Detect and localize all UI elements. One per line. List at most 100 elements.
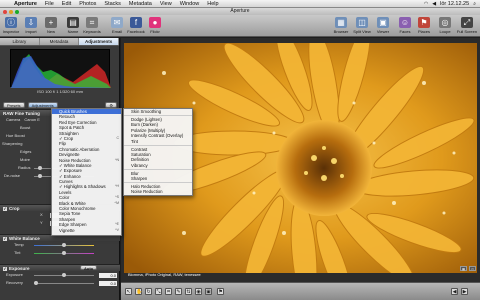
menu-metadata[interactable]: Metadata bbox=[125, 1, 156, 7]
denoise-slider-knob[interactable] bbox=[38, 173, 42, 178]
menu-item-edge-sharpen-label: Edge Sharpen bbox=[59, 222, 87, 228]
menu-item-vignette-shortcut: ^V bbox=[115, 227, 119, 232]
tint-slider[interactable] bbox=[34, 250, 94, 255]
menu-item-vignette[interactable]: Vignette ^V bbox=[52, 228, 121, 233]
menu-help[interactable]: Help bbox=[203, 1, 222, 7]
exif-info: ISO 100 f/ 1 1/320 60 mm bbox=[37, 89, 83, 94]
exposure-header[interactable]: ✓ Exposure Auto bbox=[0, 264, 120, 271]
exposure-section: ✓ Exposure Auto Exposure 0.0 Recovery 0.0 bbox=[0, 264, 120, 287]
split-view-label: Split View bbox=[353, 29, 371, 34]
tint-slider-knob[interactable] bbox=[62, 250, 66, 255]
redeye-tool-icon[interactable]: ◉ bbox=[195, 288, 202, 295]
crop-x-label: X bbox=[40, 212, 43, 217]
hand-tool-icon[interactable]: ✋ bbox=[135, 288, 142, 295]
facebook-icon: f bbox=[130, 17, 142, 28]
camera-value: Canon E bbox=[24, 117, 40, 122]
grid-view-icon[interactable]: ▦ bbox=[460, 266, 467, 271]
facebook-button[interactable]: f Facebook bbox=[127, 16, 145, 34]
single-view-icon[interactable]: ▭ bbox=[469, 266, 476, 271]
window-controls bbox=[3, 9, 19, 14]
previous-icon[interactable]: ◀ bbox=[451, 288, 458, 295]
recovery-label: Recovery bbox=[6, 280, 23, 285]
tab-library[interactable]: Library bbox=[0, 38, 40, 45]
menu-file[interactable]: File bbox=[41, 1, 58, 7]
exposure-value-field[interactable]: 0.0 bbox=[99, 272, 117, 278]
submenu-item-vibrancy[interactable]: Vibrancy bbox=[124, 163, 192, 168]
patch-tool-icon[interactable]: ▣ bbox=[205, 288, 212, 295]
menu-stacks[interactable]: Stacks bbox=[100, 1, 125, 7]
menu-window[interactable]: Window bbox=[176, 1, 204, 7]
tab-adjustments[interactable]: Adjustments bbox=[79, 38, 120, 45]
email-button[interactable]: ✉ Email bbox=[108, 16, 126, 34]
spotlight-icon[interactable]: ⌕ bbox=[473, 1, 476, 7]
edges-label: Edges bbox=[20, 149, 32, 154]
loupe-label: Loupe bbox=[439, 29, 451, 34]
gear-icon[interactable]: ⚙ bbox=[105, 101, 117, 108]
presets-button[interactable]: Presets bbox=[3, 101, 25, 108]
keywords-button[interactable]: ⌗ Keywords bbox=[83, 16, 101, 34]
facebook-label: Facebook bbox=[127, 29, 145, 34]
straighten-tool-icon[interactable]: ⤡ bbox=[155, 288, 162, 295]
submenu-item-noise-reduction[interactable]: Noise Reduction bbox=[124, 189, 192, 194]
hue-boost-label: Hue Boost bbox=[6, 133, 25, 138]
pointer-tool-icon[interactable]: ↖ bbox=[125, 288, 132, 295]
loupe-button[interactable]: ◎ Loupe bbox=[436, 16, 454, 34]
rotate-tool-icon[interactable]: ↻ bbox=[145, 288, 152, 295]
crop-tool-icon[interactable]: ⌗ bbox=[165, 288, 172, 295]
presets-row: Presets Adjustments ⚙ bbox=[3, 101, 117, 108]
viewer-mode-icons: ▦ ▭ bbox=[460, 266, 476, 271]
histogram bbox=[10, 49, 111, 88]
temp-slider-knob[interactable] bbox=[62, 242, 66, 247]
menu-photos[interactable]: Photos bbox=[75, 1, 100, 7]
exposure-slider[interactable] bbox=[34, 272, 94, 277]
new-icon: + bbox=[45, 17, 57, 28]
adjustments-dropdown-menu: Quick Brushes Retouch Red Eye Correction… bbox=[51, 108, 122, 236]
menu-bar: Aperture File Edit Photos Stacks Metadat… bbox=[0, 0, 480, 8]
tint-label: Tint bbox=[14, 250, 21, 255]
split-view-button[interactable]: ◫ Split View bbox=[353, 16, 371, 34]
temp-slider[interactable] bbox=[34, 242, 94, 247]
name-button[interactable]: ▤ Name bbox=[64, 16, 82, 34]
submenu-item-tint[interactable]: Tint bbox=[124, 139, 192, 144]
submenu-item-sharpen[interactable]: Sharpen bbox=[124, 176, 192, 181]
import-button[interactable]: ⇩ Import bbox=[22, 16, 40, 34]
exposure-slider-knob[interactable] bbox=[62, 272, 66, 277]
browser-button[interactable]: ▦ Browser bbox=[332, 16, 350, 34]
submenu-item-skin-smoothing[interactable]: Skin Smoothing bbox=[124, 109, 192, 114]
crop-y-label: Y bbox=[40, 220, 43, 225]
exposure-auto-button[interactable]: Auto bbox=[80, 264, 98, 271]
menu-edit[interactable]: Edit bbox=[58, 1, 75, 7]
viewer-icon: ▣ bbox=[377, 17, 389, 28]
photo-caption: Blomma, iPhoto Original, RAW, tenessee bbox=[128, 272, 201, 277]
places-button[interactable]: ⚑ Places bbox=[415, 16, 433, 34]
exposure-row: Exposure 0.0 bbox=[0, 271, 120, 279]
keywords-icon: ⌗ bbox=[86, 17, 98, 28]
menu-view[interactable]: View bbox=[156, 1, 176, 7]
flickr-button[interactable]: ● Flickr bbox=[146, 16, 164, 34]
radius-slider-knob[interactable] bbox=[38, 165, 42, 170]
recovery-slider[interactable] bbox=[34, 280, 94, 285]
wifi-icon[interactable]: ◠ bbox=[424, 1, 428, 7]
adjustments-menu-button[interactable]: Adjustments bbox=[27, 101, 58, 108]
tab-metadata[interactable]: Metadata bbox=[40, 38, 80, 45]
full-screen-button[interactable]: ⤢ Full Screen bbox=[456, 16, 478, 34]
flag-icon[interactable]: ⚑ bbox=[217, 288, 224, 295]
zoom-icon[interactable] bbox=[15, 9, 19, 14]
close-icon[interactable] bbox=[3, 9, 7, 14]
email-label: Email bbox=[111, 29, 122, 34]
menu-aperture[interactable]: Aperture bbox=[10, 1, 41, 7]
next-icon[interactable]: ▶ bbox=[461, 288, 468, 295]
volume-icon[interactable]: ◀ bbox=[432, 1, 436, 7]
faces-button[interactable]: ☺ Faces bbox=[396, 16, 414, 34]
recovery-slider-knob[interactable] bbox=[34, 280, 38, 285]
minimize-icon[interactable] bbox=[9, 9, 13, 14]
browser-icon: ▦ bbox=[335, 17, 347, 28]
denoise-label: De-noise bbox=[4, 173, 21, 178]
lift-stamp-tool-icon[interactable]: ⇅ bbox=[185, 288, 192, 295]
viewer-button[interactable]: ▣ Viewer bbox=[374, 16, 392, 34]
brush-tool-icon[interactable]: ✎ bbox=[175, 288, 182, 295]
new-button[interactable]: + New bbox=[42, 16, 60, 34]
inspector-button[interactable]: ⓘ Inspector bbox=[2, 16, 20, 34]
clock[interactable]: lör 12.12.25 bbox=[440, 1, 469, 7]
recovery-value-field[interactable]: 0.0 bbox=[99, 280, 117, 286]
